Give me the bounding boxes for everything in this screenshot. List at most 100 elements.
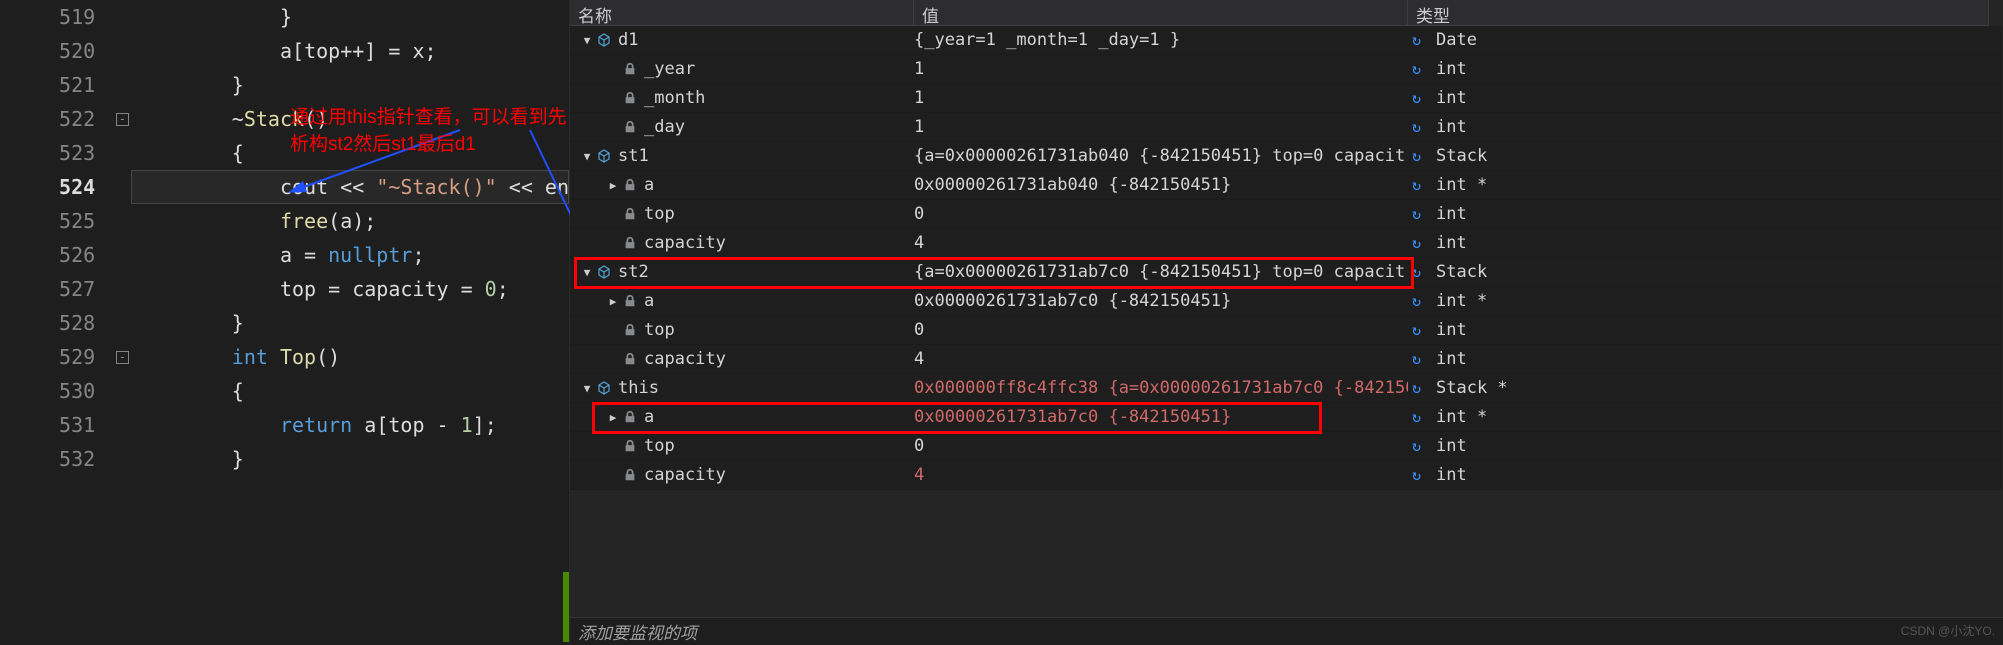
add-watch-prompt[interactable]: 添加要监视的项 — [570, 617, 2003, 645]
watch-value-cell[interactable]: 0 — [914, 200, 1408, 228]
refresh-icon[interactable]: ↻ — [1412, 466, 1421, 484]
watch-type-cell: ↻Stack * — [1408, 374, 2002, 402]
watch-name-cell[interactable]: _year — [570, 55, 914, 83]
refresh-icon[interactable]: ↻ — [1412, 437, 1421, 455]
watch-value-cell[interactable]: 0 — [914, 432, 1408, 460]
refresh-icon[interactable]: ↻ — [1412, 205, 1421, 223]
refresh-icon[interactable]: ↻ — [1412, 263, 1421, 281]
watch-name-cell[interactable]: ▼st1 — [570, 142, 914, 170]
refresh-icon[interactable]: ↻ — [1412, 118, 1421, 136]
refresh-icon[interactable]: ↻ — [1412, 234, 1421, 252]
watch-name-cell[interactable]: top — [570, 432, 914, 460]
refresh-icon[interactable]: ↻ — [1412, 176, 1421, 194]
watch-name-cell[interactable]: ▶a — [570, 287, 914, 315]
expand-icon[interactable]: ▶ — [606, 295, 620, 308]
watch-name-cell[interactable]: ▼this — [570, 374, 914, 402]
watch-name-cell[interactable]: _day — [570, 113, 914, 141]
collapse-icon[interactable]: ▼ — [580, 34, 594, 47]
watch-value-cell[interactable]: 4 — [914, 461, 1408, 489]
watch-name-cell[interactable]: _month — [570, 84, 914, 112]
code-line[interactable]: a = nullptr; — [135, 238, 569, 272]
watch-name-cell[interactable]: capacity — [570, 461, 914, 489]
expand-icon[interactable]: ▶ — [606, 179, 620, 192]
watch-name-cell[interactable]: capacity — [570, 229, 914, 257]
refresh-icon[interactable]: ↻ — [1412, 379, 1421, 397]
watch-value-cell[interactable]: {a=0x00000261731ab7c0 {-842150451} top=0… — [914, 258, 1408, 286]
collapse-icon[interactable]: ▼ — [580, 266, 594, 279]
watch-value-cell[interactable]: 1 — [914, 113, 1408, 141]
line-number: 521 — [0, 68, 95, 102]
expand-icon[interactable]: ▶ — [606, 411, 620, 424]
watch-row[interactable]: ▼st1{a=0x00000261731ab040 {-842150451} t… — [570, 142, 2002, 171]
code-line[interactable]: { — [135, 374, 569, 408]
watch-name-cell[interactable]: ▼st2 — [570, 258, 914, 286]
watch-value-cell[interactable]: {_year=1 _month=1 _day=1 } — [914, 26, 1408, 54]
refresh-icon[interactable]: ↻ — [1412, 147, 1421, 165]
watch-value-cell[interactable]: 0x00000261731ab7c0 {-842150451} — [914, 287, 1408, 315]
watch-name-cell[interactable]: top — [570, 316, 914, 344]
refresh-icon[interactable]: ↻ — [1412, 292, 1421, 310]
watch-type-cell: ↻int * — [1408, 171, 2002, 199]
watch-value-cell[interactable]: {a=0x00000261731ab040 {-842150451} top=0… — [914, 142, 1408, 170]
watch-value-cell[interactable]: 4 — [914, 229, 1408, 257]
refresh-icon[interactable]: ↻ — [1412, 31, 1421, 49]
watch-name-cell[interactable]: top — [570, 200, 914, 228]
watch-value-cell[interactable]: 0x00000261731ab040 {-842150451} — [914, 171, 1408, 199]
code-line[interactable]: } — [135, 306, 569, 340]
watch-value-cell[interactable]: 0x000000ff8c4ffc38 {a=0x00000261731ab7c0… — [914, 374, 1408, 402]
watch-row[interactable]: ▼this0x000000ff8c4ffc38 {a=0x00000261731… — [570, 374, 2002, 403]
fold-toggle[interactable] — [113, 102, 131, 136]
code-area[interactable]: } a[top++] = x; } ~Stack() { cout << "~S… — [131, 0, 569, 645]
fold-toggle[interactable] — [113, 340, 131, 374]
code-line[interactable]: top = capacity = 0; — [135, 272, 569, 306]
watch-value-cell[interactable]: 0 — [914, 316, 1408, 344]
fold-toggle — [113, 374, 131, 408]
watch-row[interactable]: top0↻int — [570, 316, 2002, 345]
watch-name-cell[interactable]: ▼d1 — [570, 26, 914, 54]
collapse-icon[interactable]: ▼ — [580, 150, 594, 163]
column-value-header[interactable]: 值 — [914, 0, 1408, 25]
fold-column[interactable] — [113, 0, 131, 645]
watch-row[interactable]: capacity4↻int — [570, 229, 2002, 258]
watch-row[interactable]: _year1↻int — [570, 55, 2002, 84]
watch-value-cell[interactable]: 1 — [914, 84, 1408, 112]
watch-value-cell[interactable]: 0x00000261731ab7c0 {-842150451} — [914, 403, 1408, 431]
refresh-icon[interactable]: ↻ — [1412, 321, 1421, 339]
refresh-icon[interactable]: ↻ — [1412, 350, 1421, 368]
watch-row[interactable]: ▶a0x00000261731ab040 {-842150451}↻int * — [570, 171, 2002, 200]
code-editor[interactable]: 5195205215225235245255265275285295305315… — [0, 0, 570, 645]
code-line[interactable]: free(a); — [135, 204, 569, 238]
watch-rows[interactable]: ▼d1{_year=1 _month=1 _day=1 }↻Date_year1… — [570, 26, 2002, 490]
watch-row[interactable]: capacity4↻int — [570, 461, 2002, 490]
line-number: 527 — [0, 272, 95, 306]
code-line[interactable]: return a[top - 1]; — [135, 408, 569, 442]
collapse-icon[interactable]: ▼ — [580, 382, 594, 395]
watch-value-cell[interactable]: 4 — [914, 345, 1408, 373]
watch-name-cell[interactable]: ▶a — [570, 171, 914, 199]
watch-row[interactable]: capacity4↻int — [570, 345, 2002, 374]
watch-type-cell: ↻int — [1408, 84, 2002, 112]
watch-name-cell[interactable]: ▶a — [570, 403, 914, 431]
watch-row[interactable]: ▼d1{_year=1 _month=1 _day=1 }↻Date — [570, 26, 2002, 55]
refresh-icon[interactable]: ↻ — [1412, 89, 1421, 107]
watch-name-cell[interactable]: capacity — [570, 345, 914, 373]
code-line[interactable]: int Top() — [135, 340, 569, 374]
code-line[interactable]: a[top++] = x; — [135, 34, 569, 68]
watch-row[interactable]: ▶a0x00000261731ab7c0 {-842150451}↻int * — [570, 287, 2002, 316]
column-type-header[interactable]: 类型 — [1408, 0, 1989, 25]
refresh-icon[interactable]: ↻ — [1412, 60, 1421, 78]
column-name-header[interactable]: 名称 — [570, 0, 914, 25]
watch-row[interactable]: _day1↻int — [570, 113, 2002, 142]
code-line[interactable]: } — [135, 0, 569, 34]
watch-row[interactable]: ▶a0x00000261731ab7c0 {-842150451}↻int * — [570, 403, 2002, 432]
watch-row[interactable]: top0↻int — [570, 432, 2002, 461]
code-line[interactable]: } — [135, 442, 569, 476]
watch-row[interactable]: _month1↻int — [570, 84, 2002, 113]
watch-value-cell[interactable]: 1 — [914, 55, 1408, 83]
watch-row[interactable]: top0↻int — [570, 200, 2002, 229]
watch-panel[interactable]: 名称 值 类型 ▼d1{_year=1 _month=1 _day=1 }↻Da… — [570, 0, 2003, 645]
refresh-icon[interactable]: ↻ — [1412, 408, 1421, 426]
code-line[interactable]: } — [135, 68, 569, 102]
watch-row[interactable]: ▼st2{a=0x00000261731ab7c0 {-842150451} t… — [570, 258, 2002, 287]
code-line[interactable]: cout << "~Stack()" << en — [135, 170, 569, 204]
